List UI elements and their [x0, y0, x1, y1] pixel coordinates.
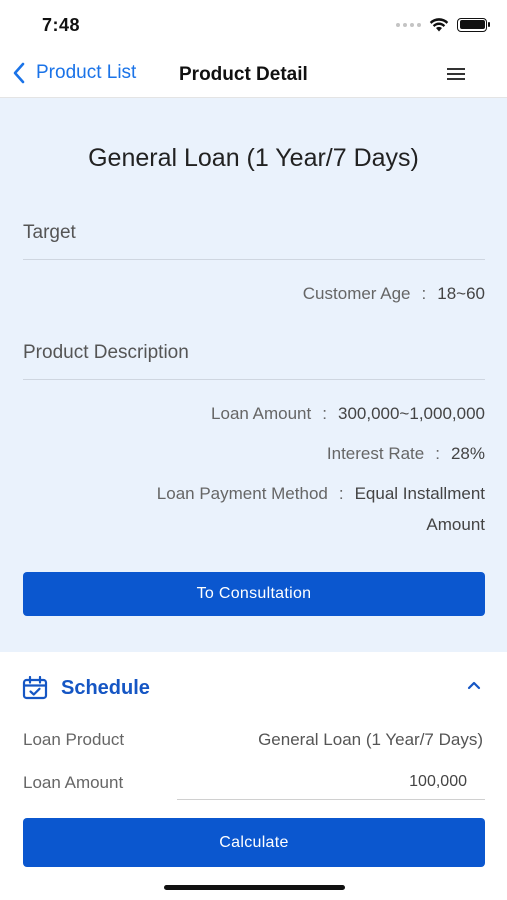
status-time: 7:48 [42, 15, 81, 35]
customer-age-row: Customer Age:18~60 [303, 284, 485, 304]
payment-method-row: Loan Payment Method: Equal Installment [157, 484, 485, 504]
interest-rate-value: 28% [450, 444, 485, 463]
customer-age-value: 18~60 [437, 284, 485, 303]
interest-rate-row: Interest Rate:28% [327, 444, 485, 464]
chevron-left-icon [13, 62, 25, 84]
wifi-icon [429, 18, 449, 32]
product-title: General Loan (1 Year/7 Days) [88, 144, 419, 172]
product-detail-panel: General Loan (1 Year/7 Days) Target Cust… [0, 98, 507, 652]
loan-product-value: General Loan (1 Year/7 Days) [258, 730, 483, 749]
calculate-button[interactable]: Calculate [23, 818, 485, 867]
loan-amount-value: 300,000~1,000,000 [337, 404, 485, 423]
calendar-check-icon [22, 676, 48, 700]
target-section-title: Target [23, 222, 76, 243]
loan-product-label: Loan Product [23, 730, 125, 749]
separator: : [421, 284, 427, 303]
schedule-header[interactable]: Schedule [0, 668, 507, 708]
description-section-title: Product Description [23, 342, 189, 363]
separator: : [322, 404, 327, 423]
customer-age-label: Customer Age [302, 284, 411, 303]
divider [23, 259, 485, 260]
signal-icon [396, 22, 421, 27]
payment-method-label: Loan Payment Method [156, 484, 328, 503]
home-indicator [164, 885, 345, 890]
interest-rate-label: Interest Rate [326, 444, 425, 463]
to-consultation-button[interactable]: To Consultation [23, 572, 485, 616]
back-button-label: Product List [36, 62, 137, 83]
page-title: Product Detail [179, 64, 308, 85]
status-icons [396, 17, 490, 32]
hamburger-menu-icon[interactable] [447, 65, 469, 83]
navigation-bar: Product List Product Detail [0, 50, 507, 98]
loan-amount-label: Loan Amount [211, 404, 312, 423]
status-bar: 7:48 [0, 0, 507, 50]
schedule-title: Schedule [61, 677, 150, 699]
divider [23, 379, 485, 380]
payment-method-value-continued: Amount [426, 515, 485, 534]
separator: : [435, 444, 440, 463]
chevron-up-icon[interactable] [467, 680, 481, 690]
battery-icon [457, 17, 490, 32]
loan-amount-row: Loan Amount:300,000~1,000,000 [211, 404, 485, 424]
schedule-loan-amount-label: Loan Amount [23, 773, 124, 792]
loan-amount-input[interactable] [177, 764, 485, 800]
separator: : [338, 484, 344, 503]
payment-method-value: Equal Installment [354, 484, 485, 503]
back-button[interactable]: Product List [12, 62, 136, 84]
